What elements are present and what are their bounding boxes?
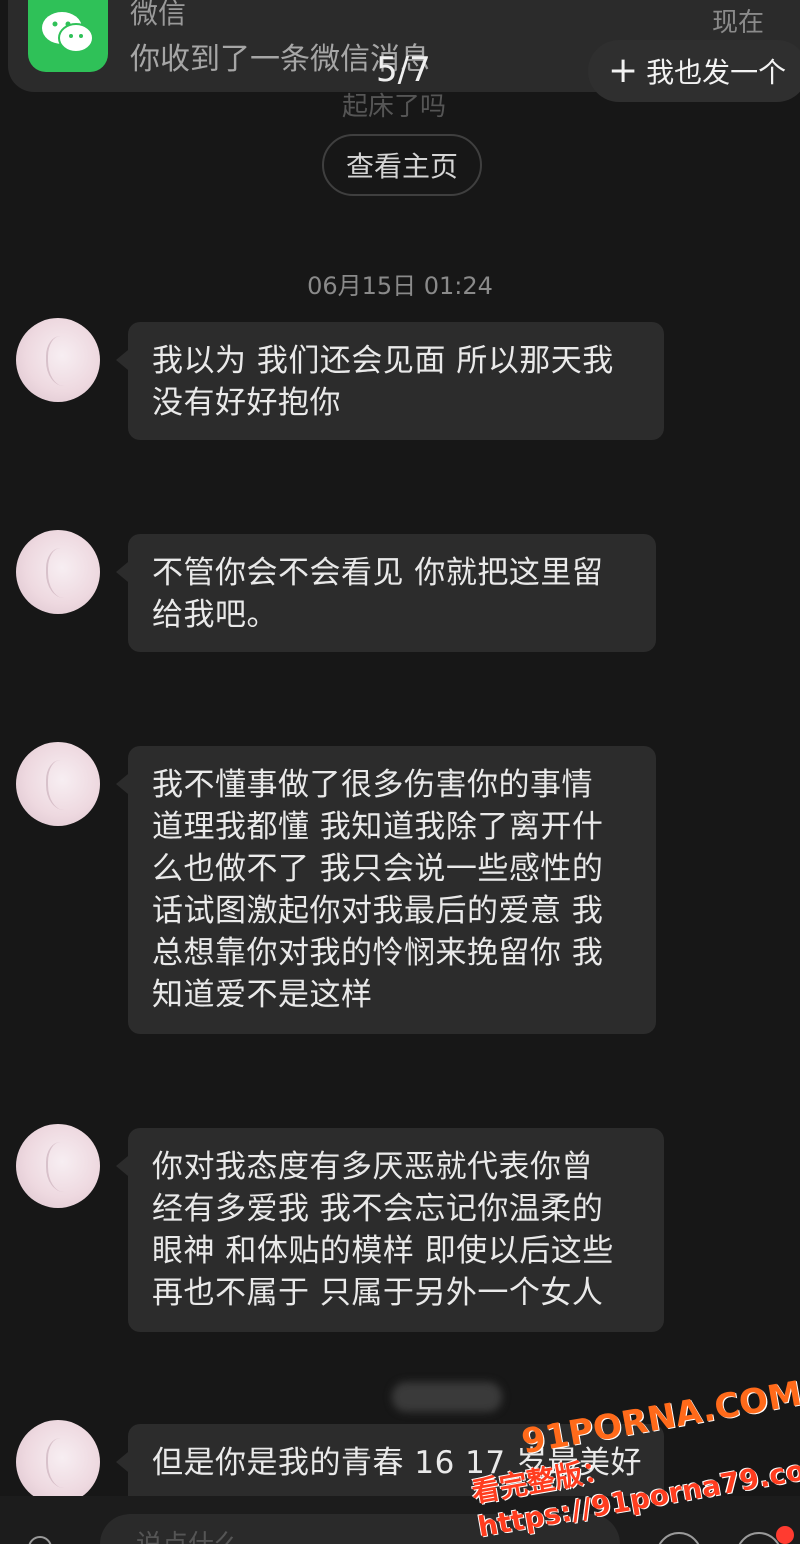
- message-bubble[interactable]: 不管你会不会看见 你就把这里留 给我吧。: [116, 534, 656, 652]
- page-counter: 5/7: [376, 50, 431, 90]
- avatar[interactable]: [16, 318, 100, 402]
- wechat-icon: [28, 0, 108, 72]
- view-profile-button[interactable]: 查看主页: [322, 134, 482, 196]
- message-timestamp: 06月15日 01:24: [307, 272, 493, 300]
- notification-dot: [776, 1526, 794, 1544]
- avatar[interactable]: [16, 1124, 100, 1208]
- message-bubble[interactable]: 你对我态度有多厌恶就代表你曾 经有多爱我 我不会忘记你温柔的 眼神 和体贴的模样…: [116, 1128, 664, 1332]
- post-button-label: 我也发一个: [646, 56, 787, 89]
- avatar[interactable]: [16, 530, 100, 614]
- notification-time: 现在: [712, 8, 765, 38]
- plus-icon: +: [608, 50, 639, 91]
- message-bubble[interactable]: 我以为 我们还会见面 所以那天我 没有好好抱你: [116, 322, 664, 440]
- message-bubble[interactable]: 我不懂事做了很多伤害你的事情 道理我都懂 我知道我除了离开什 么也做不了 我只会…: [116, 746, 656, 1034]
- blurred-redaction: [392, 1382, 502, 1412]
- avatar[interactable]: [16, 742, 100, 826]
- status-line: 起床了吗: [342, 92, 447, 122]
- notification-app-name: 微信: [130, 0, 187, 30]
- post-button[interactable]: + 我也发一个: [588, 40, 800, 102]
- avatar[interactable]: [16, 1420, 100, 1504]
